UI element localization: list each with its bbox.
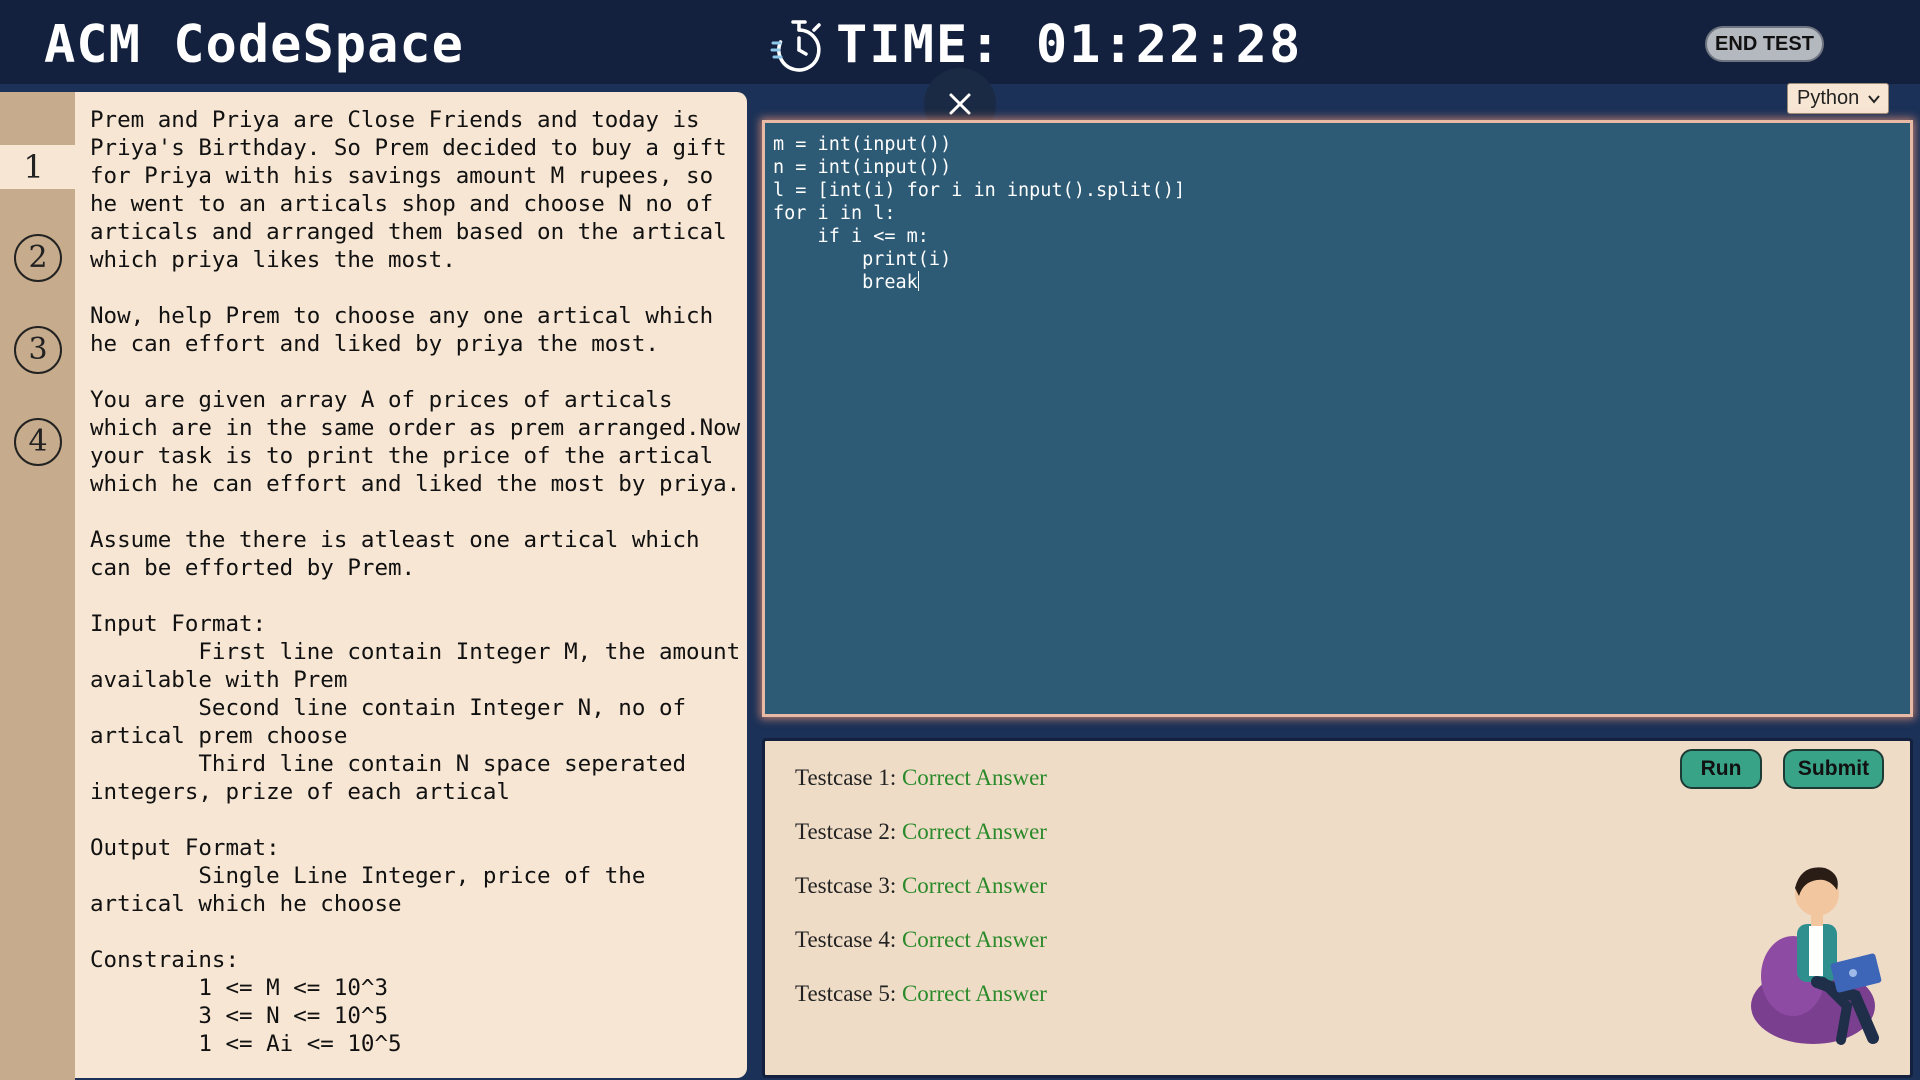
testcase-row: Testcase 1: Correct Answer (795, 765, 1047, 791)
timer-text: TIME: 01:22:28 (836, 15, 1303, 75)
problem-panel[interactable]: Prem and Priya are Close Friends and tod… (75, 92, 747, 1078)
testcase-row: Testcase 4: Correct Answer (795, 927, 1047, 953)
testcase-label: Testcase 5: (795, 981, 897, 1006)
testcase-label: Testcase 3: (795, 873, 897, 898)
timer: TIME: 01:22:28 (770, 10, 1302, 80)
person-with-laptop-illustration (1751, 867, 1882, 1045)
stopwatch-icon (770, 20, 821, 72)
submit-button[interactable]: Submit (1783, 749, 1884, 789)
app-title: ACM CodeSpace (44, 15, 464, 75)
code-text: m = int(input()) n = int(input()) l = [i… (773, 134, 1186, 293)
app-root: ACM CodeSpace TIME: 01:22:28 END TEST 1 … (0, 0, 1920, 1080)
run-button[interactable]: Run (1680, 749, 1762, 789)
question-nav-item-4[interactable]: 4 (14, 418, 62, 466)
chevron-down-icon (1868, 95, 1880, 104)
testcase-label: Testcase 2: (795, 819, 897, 844)
testcase-row: Testcase 2: Correct Answer (795, 819, 1047, 845)
language-select[interactable]: Python (1787, 83, 1889, 114)
question-nav-item-3[interactable]: 3 (14, 326, 62, 374)
testcase-row: Testcase 5: Correct Answer (795, 981, 1047, 1007)
language-select-value: Python (1797, 87, 1860, 109)
testcase-status: Correct Answer (901, 981, 1047, 1006)
text-caret (917, 271, 919, 291)
question-nav-item-1[interactable]: 1 (0, 145, 75, 189)
problem-statement: Prem and Priya are Close Friends and tod… (90, 107, 741, 1057)
testcase-label: Testcase 1: (795, 765, 897, 790)
close-icon (949, 93, 971, 115)
testcase-status: Correct Answer (901, 873, 1047, 898)
testcase-status: Correct Answer (901, 765, 1047, 790)
results-panel: Testcase 1: Correct Answer Testcase 2: C… (762, 738, 1913, 1078)
end-test-button[interactable]: END TEST (1705, 26, 1824, 62)
testcase-status: Correct Answer (901, 819, 1047, 844)
question-nav-item-2[interactable]: 2 (14, 234, 62, 282)
testcase-row: Testcase 3: Correct Answer (795, 873, 1047, 899)
testcase-label: Testcase 4: (795, 927, 897, 952)
code-editor[interactable]: m = int(input()) n = int(input()) l = [i… (762, 120, 1913, 717)
testcase-status: Correct Answer (901, 927, 1047, 952)
code-content[interactable]: m = int(input()) n = int(input()) l = [i… (773, 133, 1185, 294)
